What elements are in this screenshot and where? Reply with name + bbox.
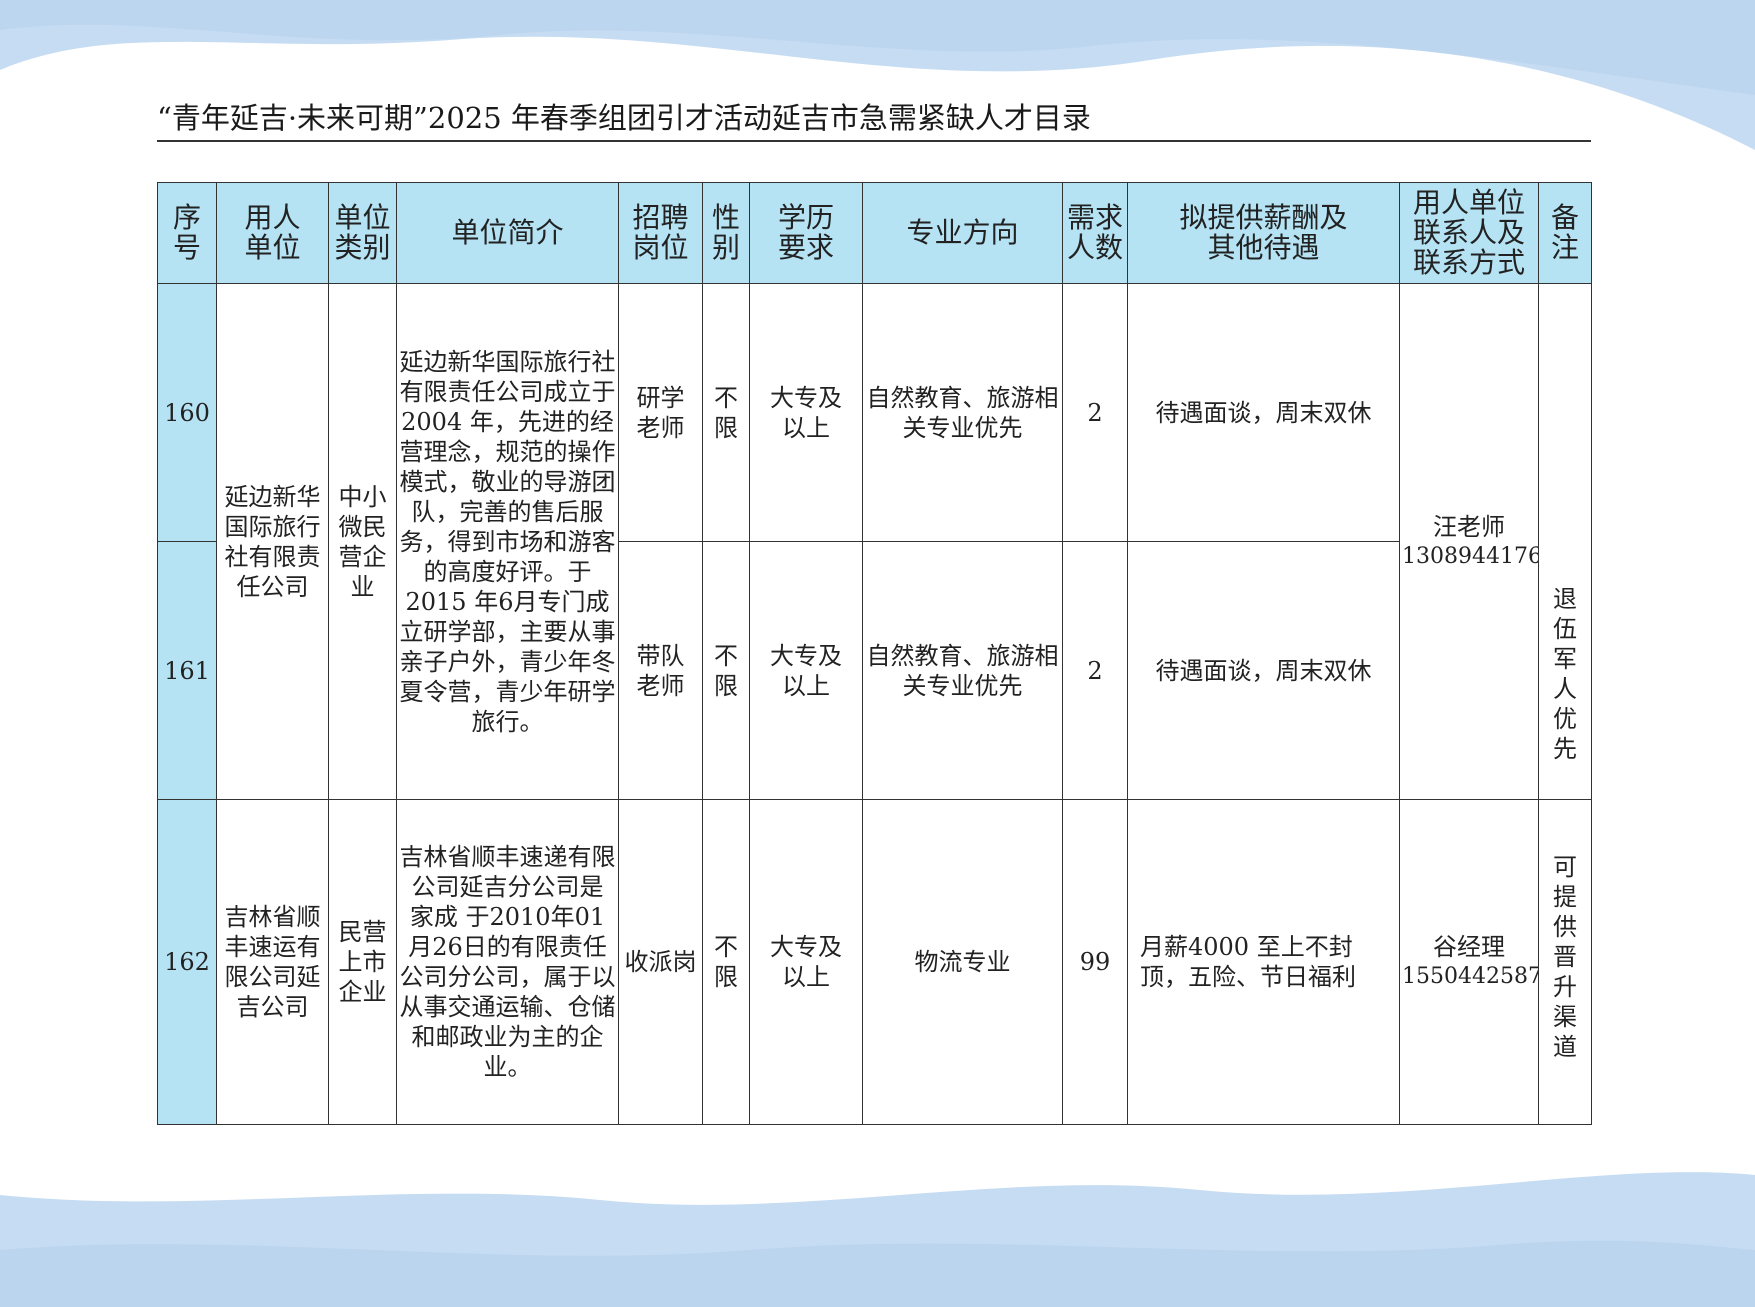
row-idx: 160 (157, 283, 217, 542)
header-type: 单位类别 (328, 182, 397, 284)
major-cell: 自然教育、旅游相关专业优先 (862, 541, 1063, 800)
contact-name: 谷经理 (1433, 933, 1505, 961)
education-cell: 大专及以上 (749, 541, 863, 800)
pay-cell: 月薪4000 至上不封顶，五险、节日福利 (1127, 799, 1400, 1125)
position-cell: 收派岗 (618, 799, 703, 1125)
header-employer: 用人单位 (216, 182, 329, 284)
row-idx: 161 (157, 541, 217, 800)
contact-cell: 汪老师 13089441762 (1399, 283, 1539, 800)
gender-cell: 不限 (702, 799, 750, 1125)
header-count: 需求人数 (1062, 182, 1128, 284)
table-row: 162 吉林省顺丰速运有限公司延吉公司 民营上市企业 吉林省顺丰速递有限公司延吉… (157, 799, 1592, 1125)
note-cell: 退伍军人优先 (1538, 283, 1592, 800)
pay-cell: 待遇面谈，周末双休 (1127, 541, 1400, 800)
education-cell: 大专及以上 (749, 799, 863, 1125)
contact-phone: 13089441762 (1402, 543, 1538, 569)
header-note: 备注 (1538, 182, 1592, 284)
contact-cell: 谷经理 15504425876 (1399, 799, 1539, 1125)
education-cell: 大专及以上 (749, 283, 863, 542)
header-gender: 性别 (702, 182, 750, 284)
count-cell: 2 (1062, 541, 1128, 800)
intro-cell: 吉林省顺丰速递有限公司延吉分公司是 家成 于2010年01 月26日的有限责任公… (396, 799, 619, 1125)
position-cell: 带队老师 (618, 541, 703, 800)
intro-cell: 延边新华国际旅行社有限责任公司成立于2004 年，先进的经营理念，规范的操作模式… (396, 283, 619, 800)
contact-phone: 15504425876 (1402, 964, 1538, 989)
major-cell: 自然教育、旅游相关专业优先 (862, 283, 1063, 542)
type-cell: 民营上市企业 (328, 799, 397, 1125)
header-position: 招聘岗位 (618, 182, 703, 284)
header-pay: 拟提供薪酬及其他待遇 (1127, 182, 1400, 284)
pay-cell: 待遇面谈，周末双休 (1127, 283, 1400, 542)
count-cell: 2 (1062, 283, 1128, 542)
header-idx: 序号 (157, 182, 217, 284)
contact-name: 汪老师 (1433, 512, 1505, 541)
employer-cell: 吉林省顺丰速运有限公司延吉公司 (216, 799, 329, 1125)
page-title: “青年延吉·未来可期”2025 年春季组团引才活动延吉市急需紧缺人才目录 (157, 100, 1591, 142)
header-education: 学历要求 (749, 182, 863, 284)
header-major: 专业方向 (862, 182, 1063, 284)
header-row: 序号 用人单位 单位类别 单位简介 招聘岗位 性别 学历要求 专业方向 需求人数… (157, 182, 1592, 284)
count-cell: 99 (1062, 799, 1128, 1125)
table-row: 160 延边新华国际旅行社有限责任公司 中小微民营企业 延边新华国际旅行社有限责… (157, 283, 1592, 800)
gender-cell: 不限 (702, 541, 750, 800)
gender-cell: 不限 (702, 283, 750, 542)
position-cell: 研学老师 (618, 283, 703, 542)
major-cell: 物流专业 (862, 799, 1063, 1125)
type-cell: 中小微民营企业 (328, 283, 397, 800)
header-intro: 单位简介 (396, 182, 619, 284)
row-idx: 162 (157, 799, 217, 1125)
header-contact: 用人单位联系人及联系方式 (1399, 182, 1539, 284)
talent-table: 序号 用人单位 单位类别 单位简介 招聘岗位 性别 学历要求 专业方向 需求人数… (157, 182, 1592, 1125)
employer-cell: 延边新华国际旅行社有限责任公司 (216, 283, 329, 800)
note-cell: 可提供晋升渠道 (1538, 799, 1592, 1125)
